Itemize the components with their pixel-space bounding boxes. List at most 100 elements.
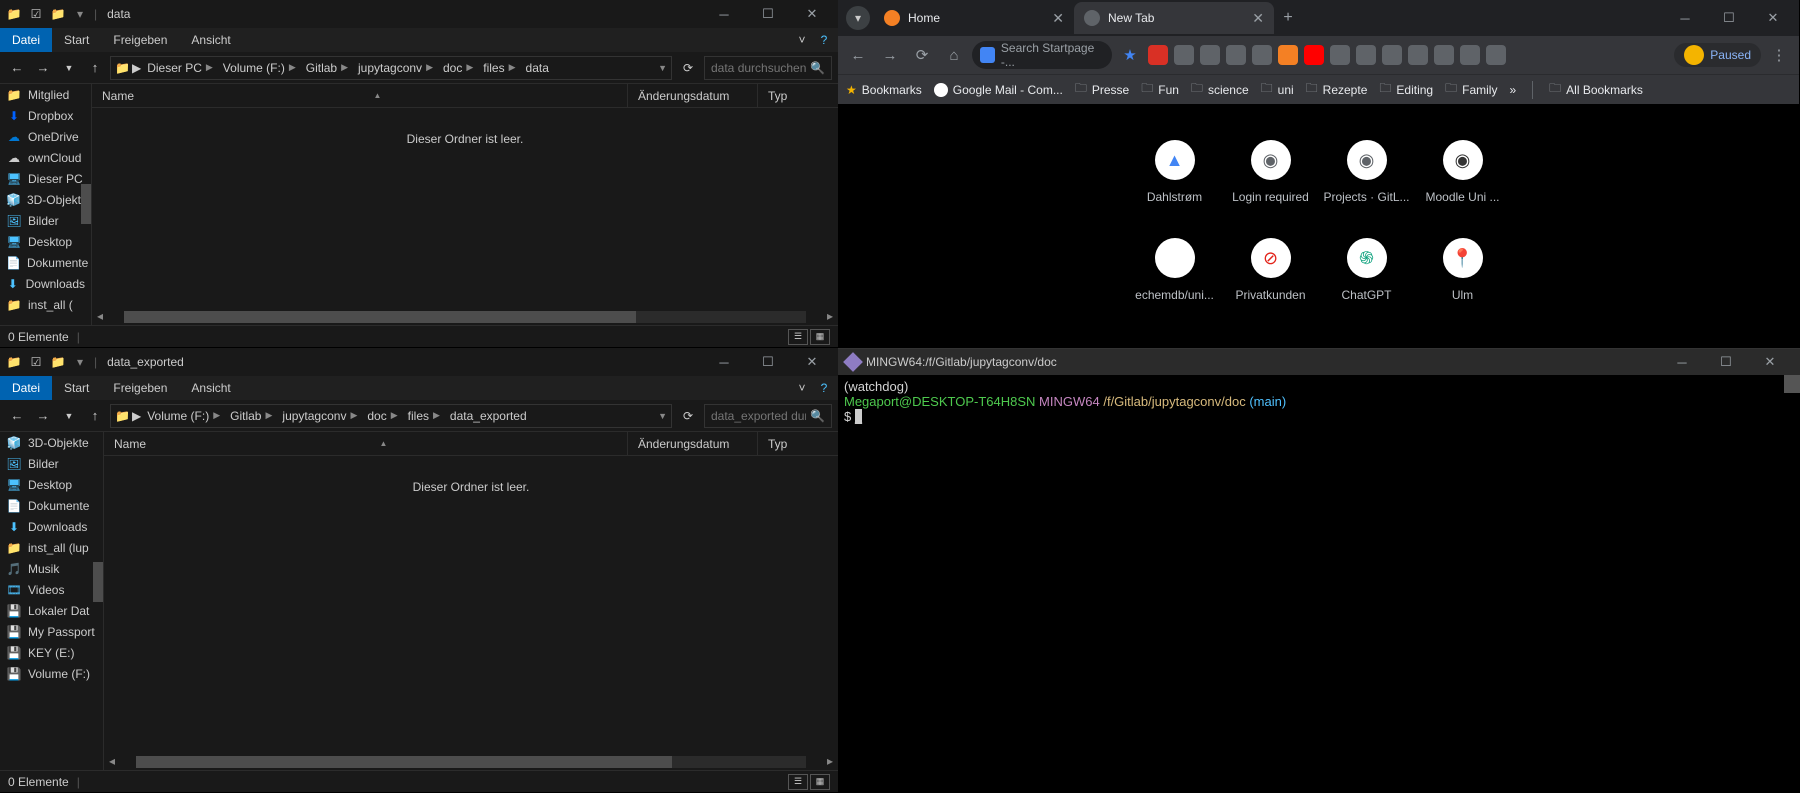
minimize-button[interactable]: ─ xyxy=(702,346,746,378)
nav-tree-item[interactable]: ⬇Dropbox xyxy=(0,105,91,126)
qat-newfolder-icon[interactable]: 📁 xyxy=(48,4,68,24)
view-icons-icon[interactable]: ▦ xyxy=(810,329,830,345)
nav-tree-item[interactable]: 📄Dokumente xyxy=(0,252,91,273)
ntp-tile[interactable]: ◉Moodle Uni ... xyxy=(1415,134,1511,232)
nav-tree-item[interactable]: ⬇Downloads xyxy=(0,516,103,537)
forward-button[interactable]: → xyxy=(32,405,54,427)
recent-dropdown[interactable]: ▼ xyxy=(58,57,80,79)
recent-dropdown[interactable]: ▼ xyxy=(58,405,80,427)
breadcrumb-item[interactable]: files▶ xyxy=(479,61,519,75)
breadcrumb-item[interactable]: jupytagconv▶ xyxy=(278,409,361,423)
nav-tree-item[interactable]: 💾KEY (E:) xyxy=(0,642,103,663)
close-icon[interactable]: ✕ xyxy=(1252,10,1264,27)
nav-tree-item[interactable]: 📁Mitglied xyxy=(0,84,91,105)
terminal-body[interactable]: (watchdog) Megaport@DESKTOP-T64H8SN MING… xyxy=(838,375,1800,793)
qat-properties-icon[interactable]: ☑ xyxy=(26,4,46,24)
nav-tree-item[interactable]: 🖥Desktop xyxy=(0,474,103,495)
breadcrumb-item[interactable]: Dieser PC▶ xyxy=(143,61,217,75)
ntp-tile[interactable]: ◉Login required xyxy=(1223,134,1319,232)
ntp-tile[interactable]: echemdb/uni... xyxy=(1127,232,1223,330)
extension-icon[interactable] xyxy=(1174,45,1194,65)
ribbon-file[interactable]: Datei xyxy=(0,376,52,400)
nav-tree-item[interactable]: 🖼Bilder xyxy=(0,453,103,474)
nav-tree-item[interactable]: 🎞Videos xyxy=(0,579,103,600)
ribbon-tab[interactable]: Ansicht xyxy=(179,376,242,400)
bookmark-folder[interactable]: 🗀Editing xyxy=(1379,79,1433,100)
bookmarks-overflow[interactable]: » xyxy=(1509,83,1516,97)
ribbon-expand[interactable]: ˅ xyxy=(792,378,812,398)
help-icon[interactable]: ? xyxy=(814,30,834,50)
extension-icon[interactable] xyxy=(1226,45,1246,65)
col-date[interactable]: Änderungsdatum xyxy=(628,84,758,107)
extension-icon[interactable] xyxy=(1486,45,1506,65)
col-type[interactable]: Typ xyxy=(758,84,838,107)
extension-icon[interactable] xyxy=(1200,45,1220,65)
ribbon-tab[interactable]: Freigeben xyxy=(101,28,179,52)
bookmark-folder[interactable]: 🗀uni xyxy=(1261,79,1294,100)
nav-tree-item[interactable]: 🖼Bilder xyxy=(0,210,91,231)
ribbon-tab[interactable]: Ansicht xyxy=(179,28,242,52)
view-details-icon[interactable]: ☰ xyxy=(788,774,808,790)
tab-new[interactable]: New Tab ✕ xyxy=(1074,2,1274,34)
nav-tree-item[interactable]: ☁ownCloud xyxy=(0,147,91,168)
minimize-button[interactable]: ─ xyxy=(702,0,746,30)
refresh-button[interactable]: ⟳ xyxy=(676,56,700,80)
search-input[interactable] xyxy=(711,61,806,75)
maximize-button[interactable]: ☐ xyxy=(1704,346,1748,378)
nav-tree-item[interactable]: 🖥Desktop xyxy=(0,231,91,252)
scrollbar-thumb[interactable] xyxy=(93,562,103,602)
bookmark-item[interactable]: ★Bookmarks xyxy=(846,83,922,97)
ntp-tile[interactable]: ◉Projects · GitL... xyxy=(1319,134,1415,232)
nav-tree-item[interactable]: 📁inst_all ( xyxy=(0,294,91,315)
bookmark-folder[interactable]: 🗀Presse xyxy=(1075,79,1129,100)
nav-tree-item[interactable]: 📁inst_all (lup xyxy=(0,537,103,558)
maximize-button[interactable]: ☐ xyxy=(1707,2,1751,34)
ntp-tile[interactable]: ▲Dahlstrøm xyxy=(1127,134,1223,232)
extension-icon[interactable] xyxy=(1460,45,1480,65)
view-icons-icon[interactable]: ▦ xyxy=(810,774,830,790)
scrollbar-thumb[interactable] xyxy=(1784,375,1800,393)
nav-tree-item[interactable]: 🧊3D-Objekte xyxy=(0,432,103,453)
refresh-button[interactable]: ⟳ xyxy=(676,404,700,428)
profile-chip[interactable]: Paused xyxy=(1674,43,1761,67)
search-box[interactable]: 🔍 xyxy=(704,56,832,80)
help-icon[interactable]: ? xyxy=(814,378,834,398)
qat-dropdown[interactable]: ▾ xyxy=(70,4,90,24)
breadcrumb[interactable]: 📁 ▶ Volume (F:)▶Gitlab▶jupytagconv▶doc▶f… xyxy=(110,404,672,428)
extension-icon[interactable] xyxy=(1382,45,1402,65)
extension-icon[interactable] xyxy=(1434,45,1454,65)
address-bar[interactable]: Search Startpage -... xyxy=(972,41,1112,69)
bookmark-folder[interactable]: 🗀Rezepte xyxy=(1306,79,1368,100)
breadcrumb-item[interactable]: data xyxy=(522,61,553,75)
bookmark-item[interactable]: Google Mail - Com... xyxy=(934,83,1063,97)
tab-home[interactable]: Home ✕ xyxy=(874,2,1074,34)
bookmark-folder[interactable]: 🗀science xyxy=(1191,79,1249,100)
breadcrumb-item[interactable]: Volume (F:)▶ xyxy=(219,61,300,75)
col-date[interactable]: Änderungsdatum xyxy=(628,432,758,455)
extension-icon[interactable] xyxy=(1408,45,1428,65)
nav-tree-item[interactable]: 💾My Passport xyxy=(0,621,103,642)
breadcrumb-item[interactable]: files▶ xyxy=(404,409,444,423)
chevron-down-icon[interactable]: ▼ xyxy=(658,63,667,73)
breadcrumb-item[interactable]: doc▶ xyxy=(439,61,477,75)
breadcrumb[interactable]: 📁 ▶ Dieser PC▶Volume (F:)▶Gitlab▶jupytag… xyxy=(110,56,672,80)
nav-tree-item[interactable]: ⬇Downloads xyxy=(0,273,91,294)
back-button[interactable]: ← xyxy=(6,405,28,427)
search-tabs-button[interactable]: ▾ xyxy=(846,6,870,30)
breadcrumb-item[interactable]: Gitlab▶ xyxy=(302,61,352,75)
home-button[interactable]: ⌂ xyxy=(940,41,968,69)
close-button[interactable]: ✕ xyxy=(790,346,834,378)
qat-dropdown[interactable]: ▾ xyxy=(70,352,90,372)
maximize-button[interactable]: ☐ xyxy=(746,0,790,30)
breadcrumb-item[interactable]: data_exported xyxy=(446,409,531,423)
extension-icon[interactable] xyxy=(1356,45,1376,65)
ntp-tile[interactable]: 📍Ulm xyxy=(1415,232,1511,330)
col-name[interactable]: Name▲ xyxy=(92,84,628,107)
bookmark-folder[interactable]: 🗀Family xyxy=(1445,79,1497,100)
breadcrumb-item[interactable]: jupytagconv▶ xyxy=(354,61,437,75)
new-tab-button[interactable]: + xyxy=(1274,9,1302,27)
nav-tree-item[interactable]: 🖥Dieser PC xyxy=(0,168,91,189)
forward-button[interactable]: → xyxy=(876,41,904,69)
all-bookmarks[interactable]: 🗀All Bookmarks xyxy=(1549,79,1643,100)
ribbon-expand[interactable]: ˅ xyxy=(792,30,812,50)
